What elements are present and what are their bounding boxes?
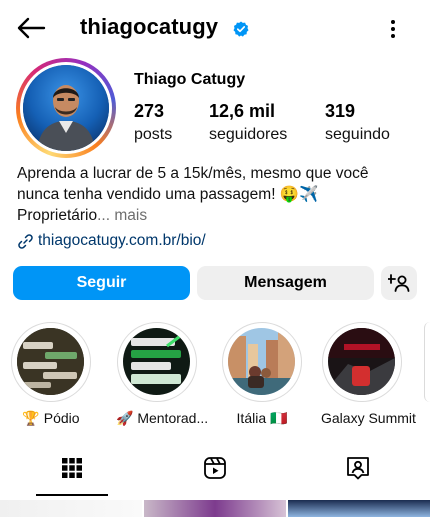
avatar-story-ring[interactable] [16, 58, 116, 158]
highlight-partial[interactable] [424, 322, 430, 402]
highlight-label: Galaxy Summit [321, 410, 416, 426]
highlight-italia[interactable]: Itália 🇮🇹 [221, 322, 303, 427]
highlight-podio[interactable]: 🏆 Pódio [10, 322, 92, 427]
highlight-galaxy-summit[interactable]: Galaxy Summit [321, 322, 416, 426]
verified-badge-icon [233, 21, 249, 37]
stat-followers-label: seguidores [209, 126, 288, 143]
stat-followers[interactable]: 12,6 mil seguidores [209, 101, 287, 144]
active-tab-indicator [36, 494, 108, 496]
stat-following-count: 319 [325, 101, 356, 121]
stat-posts-count: 273 [134, 101, 165, 121]
profile-full-name: Thiago Catugy [134, 71, 246, 88]
post-thumbnail[interactable] [0, 500, 142, 517]
highlight-mentorados[interactable]: 🚀 Mentorad... [116, 322, 209, 427]
profile-username: thiagocatugy [80, 14, 219, 39]
link-icon [18, 233, 33, 249]
follow-button[interactable]: Seguir [13, 266, 190, 300]
stat-following[interactable]: 319 seguindo [325, 101, 390, 144]
highlight-label: Itália 🇮🇹 [236, 410, 288, 426]
add-person-icon [388, 274, 410, 292]
bio-line-1: Aprenda a lucrar de 5 a 15k/mês, mesmo q… [17, 165, 369, 182]
highlight-ring [117, 322, 197, 402]
highlight-cover-mentorados [123, 328, 190, 395]
kebab-menu-icon[interactable] [386, 18, 400, 40]
highlight-label: 🚀 Mentorad... [116, 410, 209, 426]
highlight-cover-italia [228, 328, 295, 395]
bio-line-2: nunca tenha vendido uma passagem! 🤑✈️ [17, 186, 319, 203]
highlight-cover-galaxy-summit [328, 328, 395, 395]
bio-line-3-text: Proprietário [17, 207, 98, 224]
profile-tabs [0, 448, 430, 498]
highlight-ring [322, 322, 402, 402]
highlight-cover-art [17, 328, 84, 395]
tagged-icon[interactable] [346, 456, 370, 480]
avatar [23, 65, 109, 151]
highlight-cover-art [228, 328, 295, 395]
highlight-ring [222, 322, 302, 402]
profile-website-link[interactable]: thiagocatugy.com.br/bio/ [17, 232, 206, 250]
highlight-label: 🏆 Pódio [22, 410, 80, 426]
stat-posts[interactable]: 273 posts [134, 101, 172, 144]
avatar-photo-art [23, 65, 109, 151]
stat-followers-count: 12,6 mil [209, 101, 276, 121]
reels-icon[interactable] [203, 456, 227, 480]
post-thumbnail[interactable] [288, 500, 430, 517]
profile-bio: Aprenda a lucrar de 5 a 15k/mês, mesmo q… [17, 163, 417, 226]
message-button[interactable]: Mensagem [197, 266, 374, 300]
bio-more-link[interactable]: mais [110, 207, 147, 224]
bio-ellipsis: ... [97, 207, 111, 224]
avatar-border [20, 62, 112, 154]
stat-following-label: seguindo [325, 126, 390, 143]
highlight-cover-podio [17, 328, 84, 395]
suggest-users-button[interactable] [381, 266, 417, 300]
bio-line-3: Proprietário... mais [17, 205, 417, 226]
arrow-left-icon[interactable] [16, 16, 46, 40]
grid-icon[interactable] [60, 456, 84, 480]
highlight-ring [11, 322, 91, 402]
stat-posts-label: posts [134, 126, 173, 143]
posts-grid [0, 500, 430, 517]
top-bar: thiagocatugy [0, 0, 430, 56]
highlight-cover-art [328, 328, 395, 395]
post-thumbnail[interactable] [144, 500, 286, 517]
highlight-cover-art [123, 328, 190, 395]
profile-website-text: thiagocatugy.com.br/bio/ [38, 232, 206, 249]
